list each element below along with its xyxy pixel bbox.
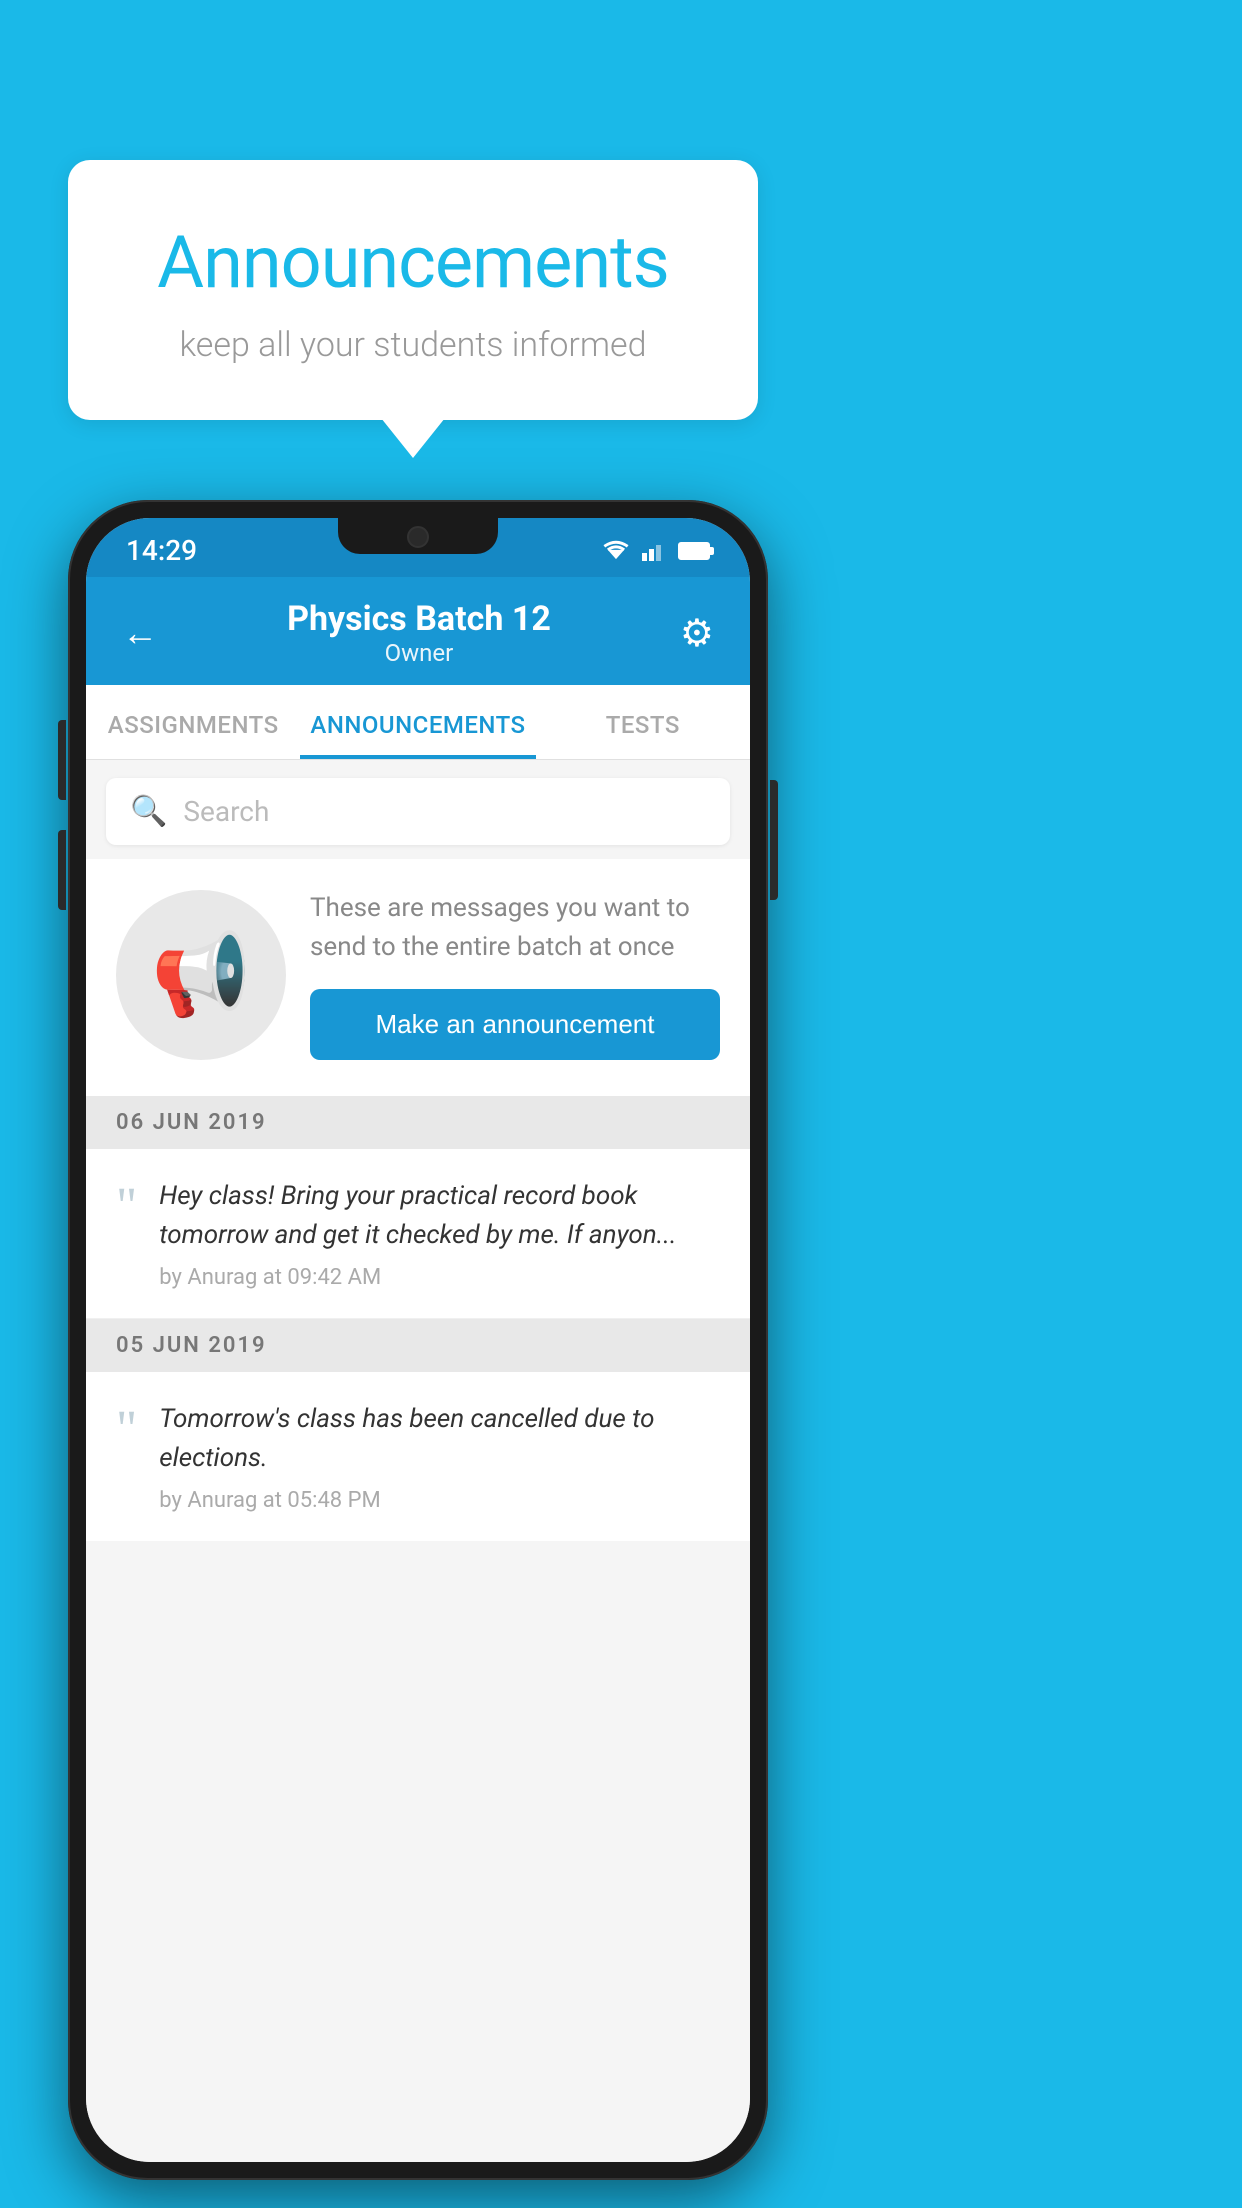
date-separator-1: 06 JUN 2019	[86, 1096, 750, 1149]
app-bar-subtitle: Owner	[287, 639, 551, 667]
quote-icon-2: "	[116, 1404, 137, 1456]
announcement-text-1: Hey class! Bring your practical record b…	[159, 1177, 720, 1255]
tabs-bar: ASSIGNMENTS ANNOUNCEMENTS TESTS	[86, 685, 750, 760]
speech-bubble-subtitle: keep all your students informed	[118, 325, 708, 365]
app-bar-title: Physics Batch 12	[287, 599, 551, 639]
wifi-icon	[602, 540, 630, 562]
make-announcement-button[interactable]: Make an announcement	[310, 989, 720, 1060]
speech-bubble-section: Announcements keep all your students inf…	[68, 160, 758, 420]
tab-announcements[interactable]: ANNOUNCEMENTS	[300, 685, 535, 759]
announcement-meta-1: by Anurag at 09:42 AM	[159, 1265, 720, 1290]
announcement-text-2: Tomorrow's class has been cancelled due …	[159, 1400, 720, 1478]
search-bar[interactable]: 🔍 Search	[106, 778, 730, 845]
phone-screen: 14:29 ←	[86, 518, 750, 2162]
back-button[interactable]: ←	[122, 612, 158, 654]
phone-mockup: 14:29 ←	[68, 500, 768, 2180]
battery-icon	[678, 542, 710, 560]
promo-icon-circle: 📢	[116, 890, 286, 1060]
tab-assignments[interactable]: ASSIGNMENTS	[86, 685, 300, 759]
phone-camera	[407, 526, 429, 548]
announcement-content-1: Hey class! Bring your practical record b…	[159, 1177, 720, 1290]
speech-bubble-card: Announcements keep all your students inf…	[68, 160, 758, 420]
announcement-item-1[interactable]: " Hey class! Bring your practical record…	[86, 1149, 750, 1319]
announcement-meta-2: by Anurag at 05:48 PM	[159, 1488, 720, 1513]
speech-bubble-title: Announcements	[118, 220, 708, 305]
phone-outer: 14:29 ←	[68, 500, 768, 2180]
megaphone-icon: 📢	[151, 928, 251, 1022]
promo-description: These are messages you want to send to t…	[310, 889, 720, 967]
signal-icon	[642, 540, 666, 562]
announcement-content-2: Tomorrow's class has been cancelled due …	[159, 1400, 720, 1513]
status-time: 14:29	[126, 534, 197, 567]
content-area: 🔍 Search 📢 These are messages you want t…	[86, 760, 750, 2162]
app-bar: ← Physics Batch 12 Owner ⚙	[86, 577, 750, 685]
status-icons	[602, 540, 710, 562]
search-input[interactable]: Search	[183, 795, 269, 828]
phone-side-btn-volume-down	[58, 830, 66, 910]
search-icon: 🔍	[130, 794, 167, 829]
announcement-item-2[interactable]: " Tomorrow's class has been cancelled du…	[86, 1372, 750, 1541]
settings-button[interactable]: ⚙	[680, 611, 714, 656]
promo-right: These are messages you want to send to t…	[310, 889, 720, 1060]
quote-icon-1: "	[116, 1181, 137, 1233]
promo-card: 📢 These are messages you want to send to…	[86, 859, 750, 1096]
app-bar-title-group: Physics Batch 12 Owner	[287, 599, 551, 667]
date-separator-2: 05 JUN 2019	[86, 1319, 750, 1372]
tab-tests[interactable]: TESTS	[536, 685, 750, 759]
phone-side-btn-power	[770, 780, 778, 900]
phone-side-btn-volume-up	[58, 720, 66, 800]
